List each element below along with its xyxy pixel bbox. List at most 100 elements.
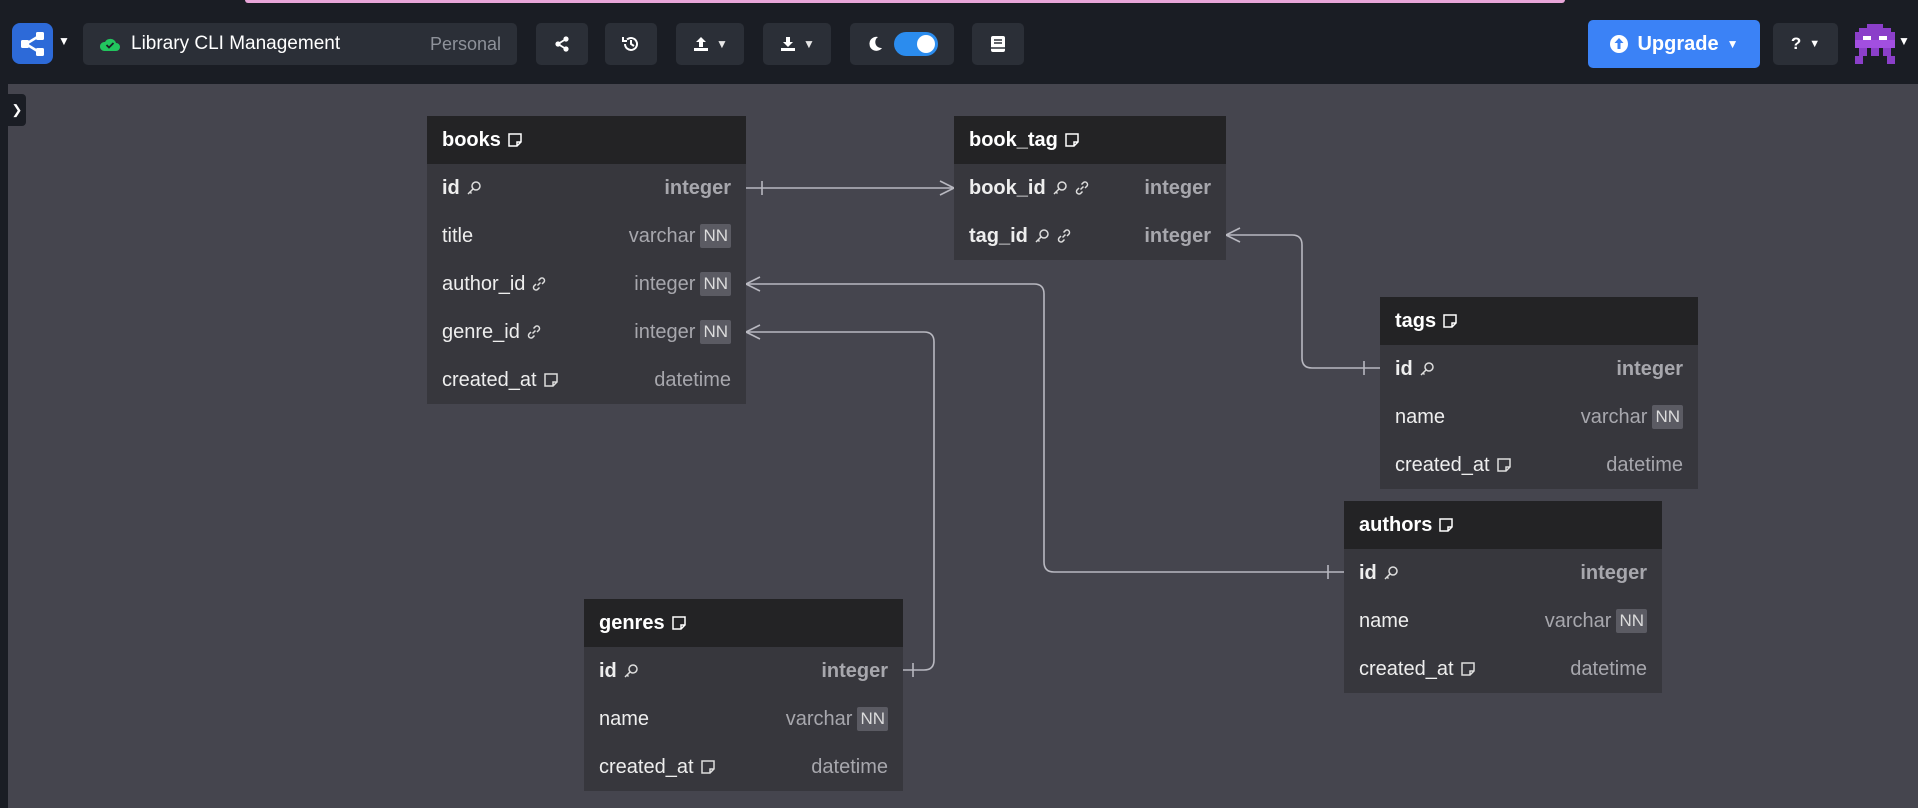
- field-type: datetime: [654, 368, 731, 391]
- field-type: integer: [634, 320, 696, 343]
- relation-books-authors: [746, 283, 1344, 573]
- field-name: tag_id: [969, 224, 1028, 247]
- field-row[interactable]: id integer: [427, 164, 746, 212]
- diagram-logo-icon: [20, 31, 44, 56]
- not-null-badge: NN: [700, 320, 731, 344]
- dark-mode-switch[interactable]: [894, 32, 938, 56]
- chevron-down-icon: ▼: [716, 37, 728, 51]
- table-books[interactable]: books id integer title varchar NN author_…: [427, 116, 746, 404]
- sidebar-expand-button[interactable]: ❯: [8, 94, 26, 126]
- book-icon: [991, 36, 1005, 52]
- table-tags[interactable]: tags id integer name varchar NN created_a…: [1380, 297, 1698, 489]
- table-name: tags: [1395, 309, 1437, 332]
- user-avatar[interactable]: [1855, 24, 1895, 64]
- field-row[interactable]: created_at datetime: [427, 356, 746, 404]
- link-icon: [527, 325, 541, 339]
- field-type: integer: [664, 176, 731, 199]
- table-name: authors: [1359, 513, 1433, 536]
- field-name: id: [1359, 561, 1377, 584]
- table-header[interactable]: books: [427, 116, 746, 164]
- field-name: name: [599, 707, 650, 730]
- note-icon: [671, 616, 686, 630]
- field-name: genre_id: [442, 320, 520, 343]
- field-type: varchar: [1580, 405, 1648, 428]
- field-row[interactable]: id integer: [584, 647, 903, 695]
- field-row[interactable]: name varchar NN: [1344, 597, 1662, 645]
- field-name: created_at: [1359, 657, 1454, 680]
- project-title[interactable]: Library CLI Management: [131, 33, 340, 55]
- key-icon: [1053, 181, 1067, 195]
- history-button[interactable]: [605, 23, 657, 65]
- table-header[interactable]: genres: [584, 599, 903, 647]
- table-header[interactable]: tags: [1380, 297, 1698, 345]
- upgrade-label: Upgrade: [1637, 32, 1719, 55]
- note-icon: [1439, 518, 1454, 532]
- export-button[interactable]: ▼: [763, 23, 831, 65]
- chevron-down-icon[interactable]: ▼: [58, 34, 70, 48]
- link-icon: [1075, 181, 1088, 195]
- help-label: ?: [1790, 34, 1802, 53]
- import-button[interactable]: ▼: [676, 23, 744, 65]
- field-name: created_at: [442, 368, 537, 391]
- field-row[interactable]: created_at datetime: [584, 743, 903, 791]
- field-type: integer: [634, 272, 696, 295]
- link-icon: [1057, 229, 1071, 243]
- note-icon: [1496, 458, 1511, 472]
- not-null-badge: NN: [857, 707, 888, 731]
- field-row[interactable]: name varchar NN: [1380, 393, 1698, 441]
- table-authors[interactable]: authors id integer name varchar NN create…: [1344, 501, 1662, 693]
- key-icon: [1384, 566, 1398, 580]
- field-row[interactable]: author_id integer NN: [427, 260, 746, 308]
- table-name: genres: [599, 611, 665, 634]
- field-row[interactable]: genre_id integer NN: [427, 308, 746, 356]
- table-genres[interactable]: genres id integer name varchar NN created…: [584, 599, 903, 791]
- table-header[interactable]: book_tag: [954, 116, 1226, 164]
- field-type: integer: [1144, 176, 1211, 199]
- field-row[interactable]: book_id integer: [954, 164, 1226, 212]
- share-button[interactable]: [536, 23, 588, 65]
- note-icon: [1443, 314, 1457, 328]
- moon-icon: [869, 36, 882, 51]
- field-row[interactable]: name varchar NN: [584, 695, 903, 743]
- field-name: book_id: [969, 176, 1046, 199]
- key-icon: [1035, 229, 1049, 243]
- field-type: integer: [1580, 561, 1647, 584]
- field-name: created_at: [1395, 453, 1490, 476]
- field-type: integer: [1144, 224, 1211, 247]
- chevron-down-icon[interactable]: ▼: [1898, 34, 1910, 48]
- table-book_tag[interactable]: book_tag book_id integer tag_id integer: [954, 116, 1226, 260]
- key-icon: [1420, 362, 1434, 376]
- history-icon: [622, 36, 638, 51]
- theme-toggle[interactable]: [850, 23, 954, 65]
- table-header[interactable]: authors: [1344, 501, 1662, 549]
- not-null-badge: NN: [1616, 609, 1647, 633]
- field-name: id: [599, 659, 617, 682]
- not-null-badge: NN: [700, 272, 731, 296]
- top-accent-strip: [245, 0, 1565, 3]
- project-title-box[interactable]: Library CLI Management Personal: [83, 23, 517, 65]
- field-type: varchar: [628, 224, 696, 247]
- field-type: datetime: [1606, 453, 1683, 476]
- chevron-down-icon: ▼: [803, 37, 815, 51]
- field-row[interactable]: id integer: [1344, 549, 1662, 597]
- field-name: name: [1395, 405, 1446, 428]
- link-icon: [533, 277, 546, 291]
- table-name: books: [442, 128, 501, 151]
- help-button[interactable]: ? ▼: [1773, 23, 1838, 65]
- field-row[interactable]: id integer: [1380, 345, 1698, 393]
- field-row[interactable]: created_at datetime: [1344, 645, 1662, 693]
- field-row[interactable]: title varchar NN: [427, 212, 746, 260]
- field-type: datetime: [811, 755, 888, 778]
- field-row[interactable]: tag_id integer: [954, 212, 1226, 260]
- note-icon: [508, 133, 522, 147]
- key-icon: [624, 664, 638, 678]
- docs-button[interactable]: [972, 23, 1024, 65]
- chevron-down-icon: ▼: [1809, 38, 1821, 50]
- field-row[interactable]: created_at datetime: [1380, 441, 1698, 489]
- field-name: created_at: [599, 755, 694, 778]
- download-icon: [781, 37, 796, 51]
- field-type: integer: [821, 659, 888, 682]
- upgrade-button[interactable]: Upgrade ▼: [1588, 20, 1760, 68]
- app-logo-menu[interactable]: [12, 23, 53, 64]
- chevron-down-icon: ▼: [1726, 37, 1739, 51]
